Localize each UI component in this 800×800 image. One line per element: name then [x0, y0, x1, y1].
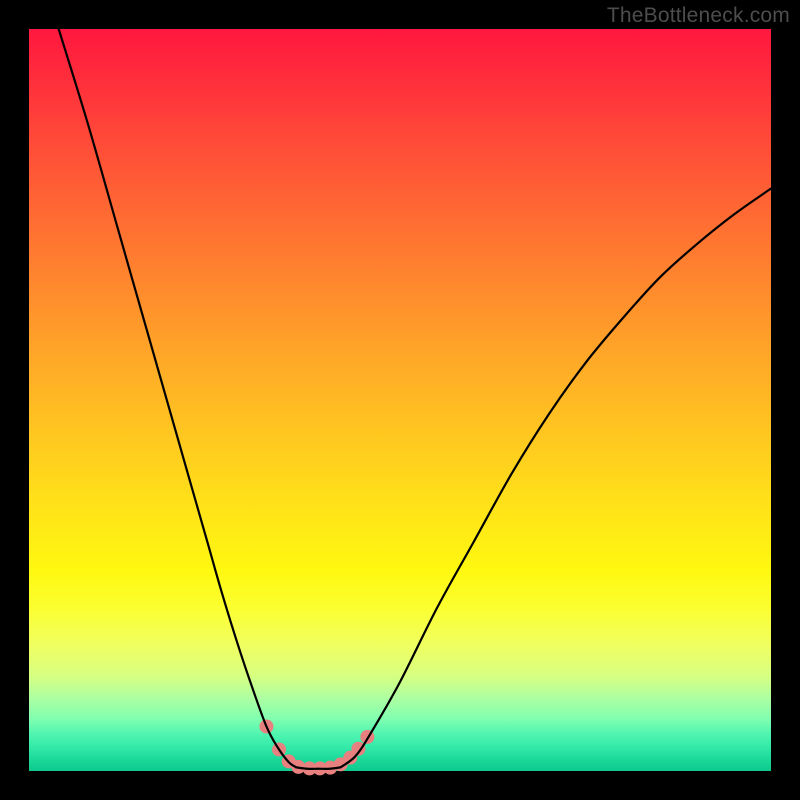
watermark-label: TheBottleneck.com	[607, 4, 790, 28]
chart-frame: TheBottleneck.com	[0, 0, 800, 800]
plot-gradient-background	[29, 29, 771, 771]
